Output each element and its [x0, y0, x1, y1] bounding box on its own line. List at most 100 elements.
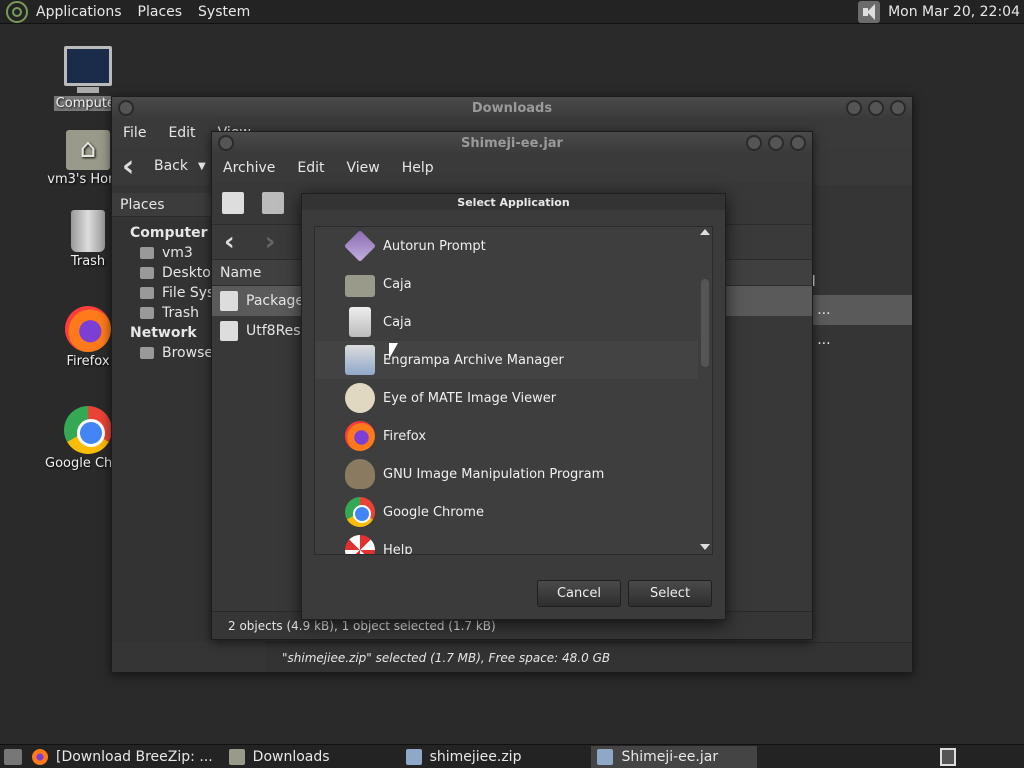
archive-manager-icon [597, 748, 614, 765]
downloads-statusbar: "shimejiee.zip" selected (1.7 MB), Free … [266, 642, 912, 672]
app-name: Caja [383, 276, 412, 292]
menu-view[interactable]: View [336, 160, 391, 176]
sidebar-item-home[interactable]: vm3 [112, 243, 212, 263]
system-menu[interactable]: System [190, 0, 258, 24]
file-icon [220, 291, 238, 311]
desktop-icon-label: Firefox [66, 354, 110, 369]
window-menu-button[interactable] [118, 100, 134, 116]
app-row-caja-cabinet[interactable]: Caja [315, 303, 712, 341]
app-name: Help [383, 542, 413, 555]
minimize-button[interactable] [846, 100, 862, 116]
computer-icon [64, 46, 112, 93]
app-name: Autorun Prompt [383, 238, 486, 254]
menu-help[interactable]: Help [391, 160, 445, 176]
task-shimejiee-zip[interactable]: shimejiee.zip [400, 746, 528, 768]
app-row-help[interactable]: Help [315, 531, 712, 555]
cancel-button[interactable]: Cancel [537, 580, 621, 607]
app-name: Firefox [383, 428, 427, 444]
places-selector[interactable]: Places [112, 193, 212, 217]
task-shimeji-jar[interactable]: Shimeji-ee.jar [591, 745, 758, 768]
menu-archive[interactable]: Archive [212, 160, 286, 176]
trash-icon [140, 307, 154, 319]
autorun-icon [344, 230, 376, 262]
list-scrollbar[interactable] [698, 227, 712, 554]
app-row-firefox[interactable]: Firefox [315, 417, 712, 455]
workspace-switcher[interactable] [940, 748, 956, 766]
chevron-down-icon[interactable]: ▼ [198, 161, 206, 172]
dialog-titlebar[interactable]: Select Application [302, 194, 725, 210]
sidebar-heading-computer: Computer [130, 225, 208, 241]
firefox-icon [65, 306, 111, 352]
volume-icon[interactable] [858, 1, 881, 23]
home-folder-icon [66, 130, 110, 170]
window-menu-button[interactable] [218, 135, 234, 151]
open-archive-icon[interactable] [262, 192, 284, 214]
home-icon [140, 247, 154, 259]
archive-titlebar[interactable]: Shimeji-ee.jar [212, 132, 812, 154]
clock[interactable]: Mon Mar 20, 22:04 [888, 4, 1024, 20]
app-row-autorun[interactable]: Autorun Prompt [315, 227, 712, 265]
app-name: Google Chrome [383, 504, 484, 520]
application-list: Autorun Prompt Caja Caja Engrampa Archiv… [314, 226, 713, 555]
trash-icon [71, 210, 105, 252]
sidebar-item-desktop[interactable]: Desktop [112, 263, 220, 283]
bottom-panel: [Download BreeZip: ... Downloads shimeji… [0, 744, 1024, 768]
image-viewer-icon [345, 383, 375, 413]
minimize-button[interactable] [746, 135, 762, 151]
close-button[interactable] [890, 100, 906, 116]
app-name: Caja [383, 314, 412, 330]
app-row-chrome[interactable]: Google Chrome [315, 493, 712, 531]
mate-logo-icon[interactable] [6, 0, 28, 23]
gimp-icon [345, 459, 375, 489]
firefox-icon [345, 421, 375, 451]
show-desktop-icon[interactable] [4, 748, 22, 765]
maximize-button[interactable] [868, 100, 884, 116]
menu-edit[interactable]: Edit [286, 160, 335, 176]
app-name: Eye of MATE Image Viewer [383, 390, 557, 406]
chrome-icon [345, 497, 375, 527]
archive-menubar: Archive Edit View Help [212, 154, 812, 182]
sidebar-heading-network: Network [130, 325, 197, 341]
places-sidebar: Computer vm3 Desktop File System Trash N… [112, 219, 276, 642]
select-button[interactable]: Select [628, 580, 712, 607]
forward-arrow-icon[interactable]: › [265, 229, 276, 255]
select-application-dialog: Select Application Autorun Prompt Caja C… [301, 193, 726, 620]
file-icon [220, 321, 238, 341]
sidebar-item-trash[interactable]: Trash [112, 303, 212, 323]
task-firefox[interactable]: [Download BreeZip: ... [26, 746, 219, 768]
back-arrow-icon [122, 149, 144, 184]
close-button[interactable] [790, 135, 806, 151]
menu-file[interactable]: File [112, 125, 157, 141]
new-archive-icon[interactable] [222, 192, 244, 214]
app-row-gimp[interactable]: GNU Image Manipulation Program [315, 455, 712, 493]
back-arrow-icon[interactable]: ‹ [224, 229, 235, 255]
scroll-up-arrow-icon[interactable] [700, 229, 710, 235]
window-title: Downloads [471, 100, 553, 116]
maximize-button[interactable] [768, 135, 784, 151]
folder-icon [345, 275, 375, 297]
sidebar-item-label: vm3 [162, 245, 193, 261]
desktop-icon [140, 267, 154, 279]
app-name: GNU Image Manipulation Program [383, 466, 605, 482]
column-header-label: Name [220, 264, 262, 281]
window-title: Shimeji-ee.jar [461, 135, 563, 151]
drive-icon [140, 287, 154, 299]
sidebar-item-browse-network[interactable]: Browse Network [112, 343, 276, 363]
scroll-thumb[interactable] [701, 279, 709, 367]
desktop-icon-label: Trash [70, 254, 106, 269]
back-button[interactable]: Back ▼ [122, 149, 206, 184]
menu-edit[interactable]: Edit [157, 125, 206, 141]
applications-menu[interactable]: Applications [28, 0, 130, 24]
firefox-icon [32, 748, 48, 765]
scroll-down-arrow-icon[interactable] [700, 544, 710, 550]
places-menu[interactable]: Places [130, 0, 191, 24]
network-icon [140, 347, 154, 359]
sidebar-item-label: Trash [162, 305, 199, 321]
downloads-titlebar[interactable]: Downloads [112, 97, 912, 119]
app-row-engrampa[interactable]: Engrampa Archive Manager [315, 341, 712, 379]
app-row-eom[interactable]: Eye of MATE Image Viewer [315, 379, 712, 417]
app-row-caja-folder[interactable]: Caja [315, 265, 712, 303]
task-downloads[interactable]: Downloads [223, 746, 336, 768]
sidebar-item-filesystem[interactable]: File System [112, 283, 242, 303]
help-icon [345, 535, 375, 554]
